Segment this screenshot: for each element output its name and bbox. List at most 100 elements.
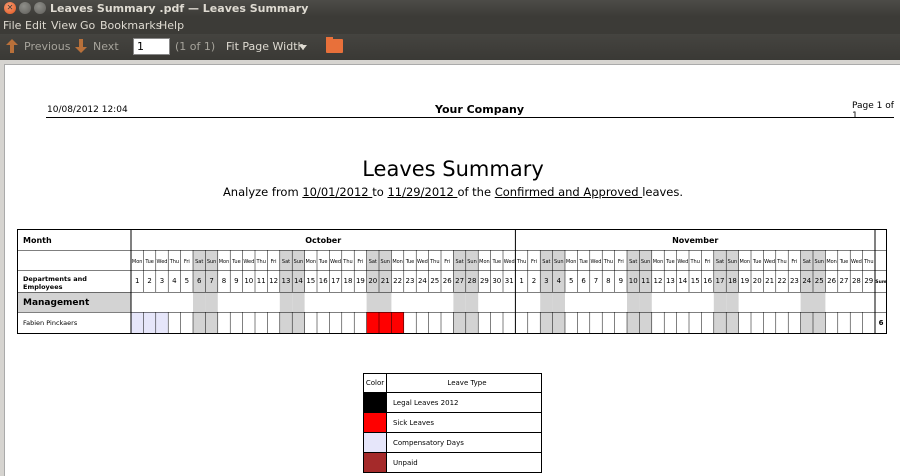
menu-file[interactable]: File (3, 19, 21, 32)
legend-swatch-sick (363, 412, 387, 433)
day-number: 6 (197, 277, 202, 285)
to-date: 11/29/2012 (387, 185, 458, 199)
day-number: 26 (443, 277, 452, 285)
day-number: 5 (569, 277, 573, 285)
day-number: 12 (269, 277, 278, 285)
menu-view[interactable]: View (51, 19, 77, 32)
legend-type-header: Leave Type (386, 373, 542, 393)
report-date: 10/08/2012 12:04 (47, 105, 128, 115)
menu-help[interactable]: Help (159, 19, 184, 32)
weekday-label: Wed (417, 259, 428, 265)
day-number: 22 (393, 277, 402, 285)
maximize-window-button[interactable] (34, 2, 46, 14)
day-number: 29 (864, 277, 873, 285)
day-number: 24 (802, 277, 811, 285)
page-indicator: Page 1 of 1 (852, 101, 894, 121)
day-number: 18 (728, 277, 737, 285)
month-name: November (672, 236, 718, 245)
weekday-label: Mon (653, 259, 664, 265)
weekday-label: Fri (271, 259, 277, 265)
weekday-label: Fri (184, 259, 190, 265)
legend-color-header: Color (363, 373, 387, 393)
weekday-label: Tue (492, 259, 502, 265)
legend-label-unpaid: Unpaid (386, 452, 542, 473)
day-number: 1 (519, 277, 523, 285)
zoom-select[interactable]: Fit Page Width (226, 40, 304, 53)
header-divider (46, 117, 894, 118)
weekday-label: Sun (467, 259, 477, 265)
weekday-label: Sat (455, 259, 463, 265)
leave-cell (391, 312, 404, 333)
weekday-label: Thu (516, 259, 526, 265)
legend-swatch-legal (363, 392, 387, 413)
day-number: 9 (234, 277, 238, 285)
day-number: 10 (244, 277, 253, 285)
document-subtitle: Analyze from 10/01/2012 to 11/29/2012 of… (5, 185, 900, 199)
day-number: 15 (306, 277, 315, 285)
weekday-label: Wed (764, 259, 775, 265)
day-number: 24 (418, 277, 427, 285)
weekday-label: Mon (566, 259, 577, 265)
day-number: 28 (852, 277, 861, 285)
menu-edit[interactable]: Edit (25, 19, 46, 32)
day-number: 19 (356, 277, 365, 285)
day-number: 11 (257, 277, 266, 285)
window-title: Leaves Summary .pdf — Leaves Summary (50, 2, 309, 15)
day-number: 27 (455, 277, 464, 285)
leave-cell (143, 312, 156, 333)
close-window-button[interactable]: ✕ (4, 2, 16, 14)
weekday-label: Sat (369, 259, 377, 265)
arrow-down-icon[interactable] (75, 39, 87, 53)
day-number: 4 (557, 277, 562, 285)
day-number: 21 (381, 277, 390, 285)
day-number: 29 (480, 277, 489, 285)
day-number: 17 (331, 277, 340, 285)
weekday-label: Tue (231, 259, 241, 265)
month-name: October (305, 236, 341, 245)
weekday-label: Tue (578, 259, 588, 265)
weekday-label: Wed (851, 259, 862, 265)
day-number: 12 (654, 277, 663, 285)
weekday-label: Tue (405, 259, 415, 265)
day-number: 2 (532, 277, 536, 285)
weekday-label: Mon (219, 259, 230, 265)
weekday-label: Wed (591, 259, 602, 265)
day-number: 23 (406, 277, 415, 285)
weekday-label: Fri (618, 259, 624, 265)
day-number: 5 (185, 277, 189, 285)
day-number: 19 (740, 277, 749, 285)
weekday-label: Wed (677, 259, 688, 265)
day-number: 14 (678, 277, 687, 285)
weekday-label: Wed (504, 259, 515, 265)
arrow-up-icon[interactable] (6, 39, 18, 53)
leave-cell (155, 312, 169, 333)
sum-header: Sum (875, 279, 886, 285)
weekday-label: Fri (531, 259, 537, 265)
day-number: 16 (703, 277, 712, 285)
previous-button[interactable]: Previous (24, 40, 71, 53)
weekday-label: Tue (318, 259, 328, 265)
weekday-label: Mon (132, 259, 143, 265)
next-button[interactable]: Next (93, 40, 119, 53)
month-header: Month (23, 236, 52, 245)
weekday-label: Mon (740, 259, 751, 265)
legend-table: Color Leave Type Legal Leaves 2012 Sick … (363, 373, 542, 473)
menu-go[interactable]: Go (80, 19, 95, 32)
leave-state: Confirmed and Approved (494, 185, 643, 199)
chevron-down-icon[interactable] (299, 45, 307, 50)
legend-label-sick: Sick Leaves (386, 412, 542, 433)
weekday-label: Fri (791, 259, 797, 265)
day-number: 30 (492, 277, 501, 285)
weekday-label: Sat (542, 259, 550, 265)
employee-name: Fabien Pinckaers (23, 319, 78, 327)
page-number-input[interactable]: 1 (133, 38, 170, 55)
folder-icon[interactable] (326, 37, 343, 53)
menu-bookmarks[interactable]: Bookmarks (100, 19, 161, 32)
day-number: 1 (135, 277, 139, 285)
minimize-window-button[interactable] (19, 2, 31, 14)
day-number: 8 (222, 277, 226, 285)
weekday-label: Thu (429, 259, 439, 265)
pdf-page: 10/08/2012 12:04 Your Company Page 1 of … (4, 64, 900, 476)
weekday-label: Sun (380, 259, 390, 265)
weekday-label: Thu (863, 259, 873, 265)
